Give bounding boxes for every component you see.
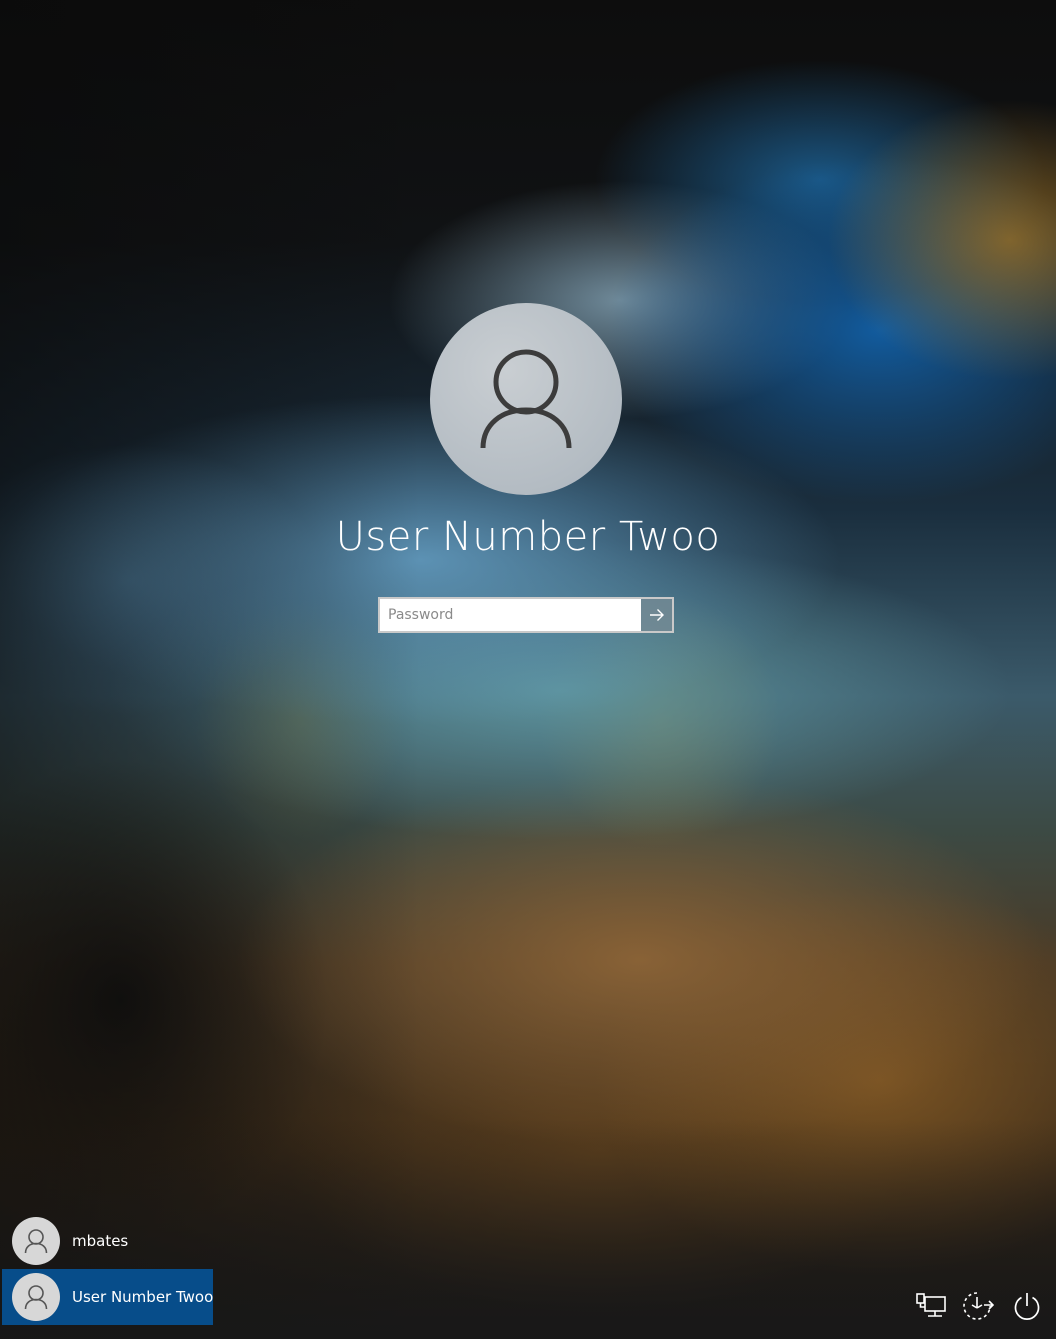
user-tile-mbates[interactable]: mbates: [0, 1213, 213, 1269]
user-avatar-large: [430, 303, 622, 495]
network-icon: [916, 1293, 946, 1317]
arrow-right-icon: [649, 609, 664, 621]
user-switcher-list: mbates User Number Twoo: [0, 1213, 213, 1325]
submit-button[interactable]: [641, 597, 674, 633]
network-button[interactable]: [913, 1288, 949, 1324]
password-input[interactable]: [378, 597, 641, 633]
lock-screen: User Number Twoo mbates User Number Twoo: [0, 0, 1056, 1339]
user-name-heading: User Number Twoo: [335, 514, 721, 560]
user-tile-label: User Number Twoo: [72, 1288, 214, 1306]
user-silhouette-icon: [24, 1229, 48, 1254]
user-avatar-small: [12, 1217, 60, 1265]
user-tile-label: mbates: [72, 1232, 129, 1250]
user-avatar-small: [12, 1273, 60, 1321]
power-icon: [1014, 1293, 1040, 1320]
power-button[interactable]: [1009, 1288, 1045, 1324]
user-silhouette-icon: [24, 1285, 48, 1310]
user-tile-user-number-twoo[interactable]: User Number Twoo: [2, 1269, 213, 1325]
accessibility-button[interactable]: [960, 1288, 996, 1324]
ease-of-access-icon: [963, 1292, 994, 1320]
password-row: [378, 597, 674, 633]
user-silhouette-icon: [480, 349, 572, 449]
